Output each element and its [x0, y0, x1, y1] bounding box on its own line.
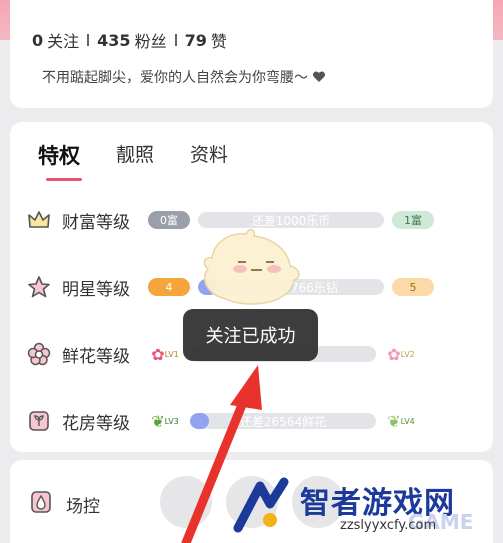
- stats-divider: [87, 34, 90, 46]
- toast-message: 关注已成功: [183, 309, 318, 361]
- level-badge-current: ✿ LV1: [151, 344, 179, 364]
- level-text: LV2: [400, 349, 415, 359]
- level-text: LV1: [164, 349, 179, 359]
- watermark-url: zzslyyxcfy.com: [340, 518, 437, 533]
- mascot-illustration: [196, 224, 306, 318]
- likes-count: 79: [184, 30, 207, 50]
- level-badge-next: ❦ LV4: [387, 411, 415, 431]
- follow-count[interactable]: 0: [32, 31, 43, 50]
- level-badge-next: ✿ LV2: [387, 344, 415, 364]
- fans-count[interactable]: 435: [97, 31, 130, 50]
- level-progress-bar: 还差26564鲜花: [190, 413, 376, 429]
- privilege-label: 花房等级: [62, 413, 130, 434]
- drop-icon: [30, 490, 52, 518]
- level-badge-next: 5: [392, 278, 434, 296]
- privilege-label: 鲜花等级: [62, 346, 130, 367]
- flower-icon: [26, 341, 52, 367]
- privilege-row-greenhouse[interactable]: 花房等级 ❦ LV3 还差26564鲜花 ❦ LV4: [26, 401, 456, 441]
- star-icon: [26, 274, 52, 300]
- tab-privileges[interactable]: 特权: [38, 140, 80, 170]
- level-badge-current: ❦ LV3: [151, 411, 179, 431]
- level-badge-current: 0富: [148, 211, 190, 229]
- follow-label[interactable]: 关注: [47, 28, 79, 52]
- fans-label[interactable]: 粉丝: [135, 28, 167, 52]
- privilege-label: 财富等级: [62, 212, 130, 233]
- site-watermark: 智者游戏网 GAME zzslyyxcfy.com: [230, 476, 500, 540]
- level-badge-next: 1富: [392, 211, 434, 229]
- avatar-placeholder[interactable]: [160, 476, 212, 528]
- tab-active-indicator: [46, 178, 82, 181]
- stats-divider: [174, 34, 177, 46]
- privilege-label: 明星等级: [62, 279, 130, 300]
- level-badge-current: 4: [148, 278, 190, 296]
- profile-card: 0 关注 435 粉丝 79 赞 不用踮起脚尖，爱你的人自然会为你弯腰～: [10, 0, 493, 108]
- tab-bar: 特权 靓照 资料: [38, 140, 228, 170]
- crown-icon: [26, 207, 52, 233]
- room-control-row[interactable]: 场控: [30, 490, 100, 518]
- watermark-logo-icon: [233, 477, 289, 533]
- greenhouse-icon: [26, 408, 52, 434]
- level-text: LV3: [164, 416, 179, 426]
- room-control-label: 场控: [66, 496, 100, 517]
- tab-profile-info[interactable]: 资料: [190, 140, 228, 170]
- tab-photos[interactable]: 靓照: [116, 140, 154, 170]
- profile-stats: 0 关注 435 粉丝 79 赞: [32, 28, 227, 52]
- bio-content: 不用踮起脚尖，爱你的人自然会为你弯腰～: [42, 70, 308, 86]
- level-text: LV4: [400, 416, 415, 426]
- progress-text: 还差26564鲜花: [239, 414, 327, 429]
- heart-icon: [313, 71, 326, 82]
- likes-label: 赞: [210, 32, 227, 51]
- bio-text: 不用踮起脚尖，爱你的人自然会为你弯腰～: [42, 67, 326, 87]
